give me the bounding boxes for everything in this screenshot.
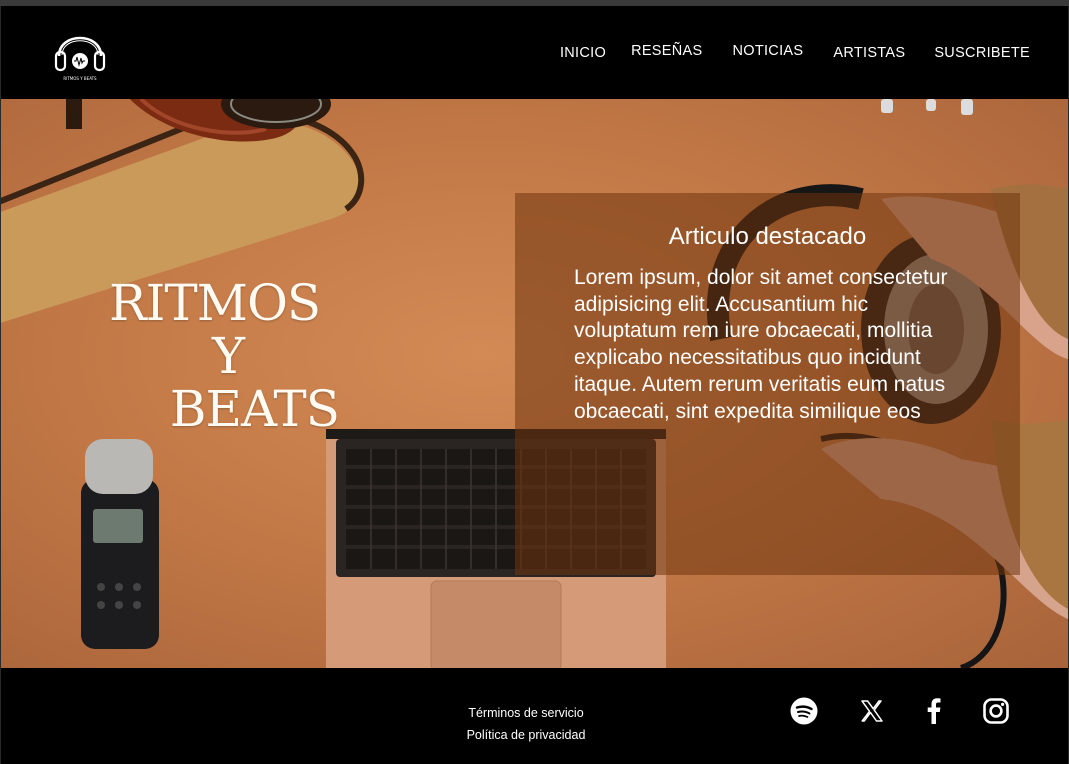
spotify-icon[interactable] bbox=[789, 696, 819, 726]
hero-title-line-1: RITMOS bbox=[109, 274, 321, 332]
facebook-icon[interactable] bbox=[919, 696, 949, 726]
nav-suscribete[interactable]: SUSCRIBETE bbox=[934, 45, 1030, 61]
privacy-link[interactable]: Política de privacidad bbox=[456, 724, 596, 746]
nav-resenas[interactable]: RESEÑAS bbox=[631, 43, 702, 59]
featured-article-body: Lorem ipsum, dolor sit amet consectetur … bbox=[574, 266, 948, 423]
terms-link[interactable]: Términos de servicio bbox=[456, 702, 596, 724]
metal-parts-image bbox=[881, 99, 973, 115]
hero-title: RITMOS Y BEATS bbox=[109, 274, 340, 438]
headphones-logo-icon[interactable]: RITMOS Y BEATS bbox=[53, 22, 107, 84]
audio-recorder-image bbox=[81, 439, 159, 649]
instagram-icon[interactable] bbox=[981, 696, 1011, 726]
hero-section: RITMOS Y BEATS Articulo destacado Lorem … bbox=[1, 99, 1068, 668]
site-header: RITMOS Y BEATS INICIO RESEÑAS NOTICIAS A… bbox=[1, 6, 1068, 99]
main-nav: INICIO RESEÑAS NOTICIAS ARTISTAS SUSCRIB… bbox=[560, 43, 1030, 61]
featured-article-card[interactable]: Articulo destacado Lorem ipsum, dolor si… bbox=[515, 193, 1020, 575]
nav-noticias[interactable]: NOTICIAS bbox=[732, 43, 803, 59]
featured-article-heading: Articulo destacado bbox=[668, 223, 867, 250]
hero-title-line-2: Y bbox=[211, 327, 245, 385]
footer-links: Términos de servicio Política de privaci… bbox=[456, 702, 596, 746]
logo-text: RITMOS Y BEATS bbox=[63, 76, 97, 81]
nav-inicio[interactable]: INICIO bbox=[560, 45, 606, 61]
site-footer: Términos de servicio Política de privaci… bbox=[1, 668, 1068, 764]
hero-title-line-3: BEATS bbox=[169, 380, 340, 438]
nav-artistas[interactable]: ARTISTAS bbox=[833, 45, 905, 61]
x-twitter-icon[interactable] bbox=[857, 696, 887, 726]
